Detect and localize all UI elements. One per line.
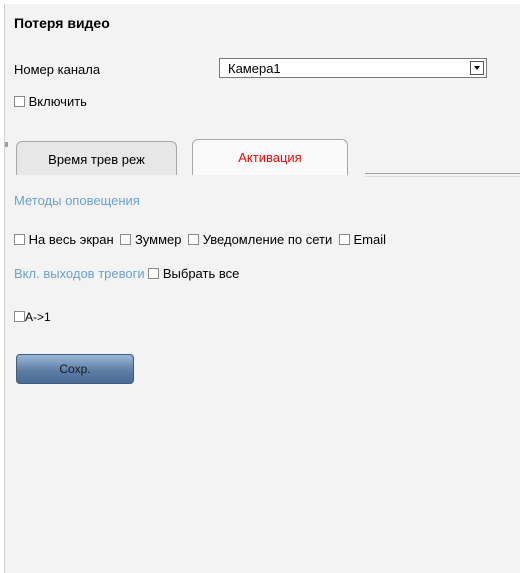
fullscreen-label: На весь экран (28, 232, 114, 247)
tab-alarm-time[interactable]: Время трев реж (16, 141, 177, 175)
video-loss-panel: Потеря видео Номер канала Камера1 Включи… (4, 4, 520, 573)
network-notify-label: Уведомление по сети (202, 232, 333, 247)
save-button[interactable]: Сохр. (16, 354, 134, 384)
channel-select-value: Камера1 (228, 61, 281, 76)
method-email: Email (338, 232, 386, 247)
alarm-outputs-heading: Вкл. выходов тревоги (14, 266, 145, 281)
page-title: Потеря видео (14, 15, 110, 31)
enable-row: Включить (14, 94, 87, 109)
select-all-checkbox[interactable] (148, 268, 160, 279)
method-network-notify: Уведомление по сети (188, 232, 336, 247)
email-label: Email (353, 232, 386, 247)
channel-number-label: Номер канала (14, 62, 101, 77)
notification-methods-heading: Методы оповещения (14, 193, 140, 208)
buzzer-label: Зуммер (134, 232, 182, 247)
buzzer-checkbox[interactable] (120, 234, 132, 245)
tab-activation[interactable]: Активация (192, 139, 348, 175)
email-checkbox[interactable] (338, 234, 350, 245)
alarm-outputs-row: Вкл. выходов тревоги Выбрать все (14, 266, 239, 281)
chevron-down-icon[interactable] (470, 61, 484, 75)
notification-methods-row: На весь экран Зуммер Уведомление по сети… (14, 232, 389, 247)
output-a1-checkbox[interactable] (14, 311, 25, 322)
enable-label: Включить (28, 94, 87, 109)
select-all-label: Выбрать все (162, 266, 240, 281)
tab-activation-label: Активация (238, 150, 302, 165)
tab-strip-line (365, 173, 520, 177)
method-buzzer: Зуммер (120, 232, 185, 247)
method-fullscreen: На весь экран (14, 232, 117, 247)
alarm-output-item: A->1 (14, 310, 51, 324)
left-edge-marker (5, 142, 8, 147)
network-notify-checkbox[interactable] (188, 234, 200, 245)
fullscreen-checkbox[interactable] (14, 234, 25, 245)
enable-checkbox[interactable] (14, 96, 25, 107)
channel-select[interactable]: Камера1 (219, 58, 487, 78)
output-a1-label: A->1 (25, 310, 51, 324)
tab-alarm-time-label: Время трев реж (48, 152, 145, 167)
